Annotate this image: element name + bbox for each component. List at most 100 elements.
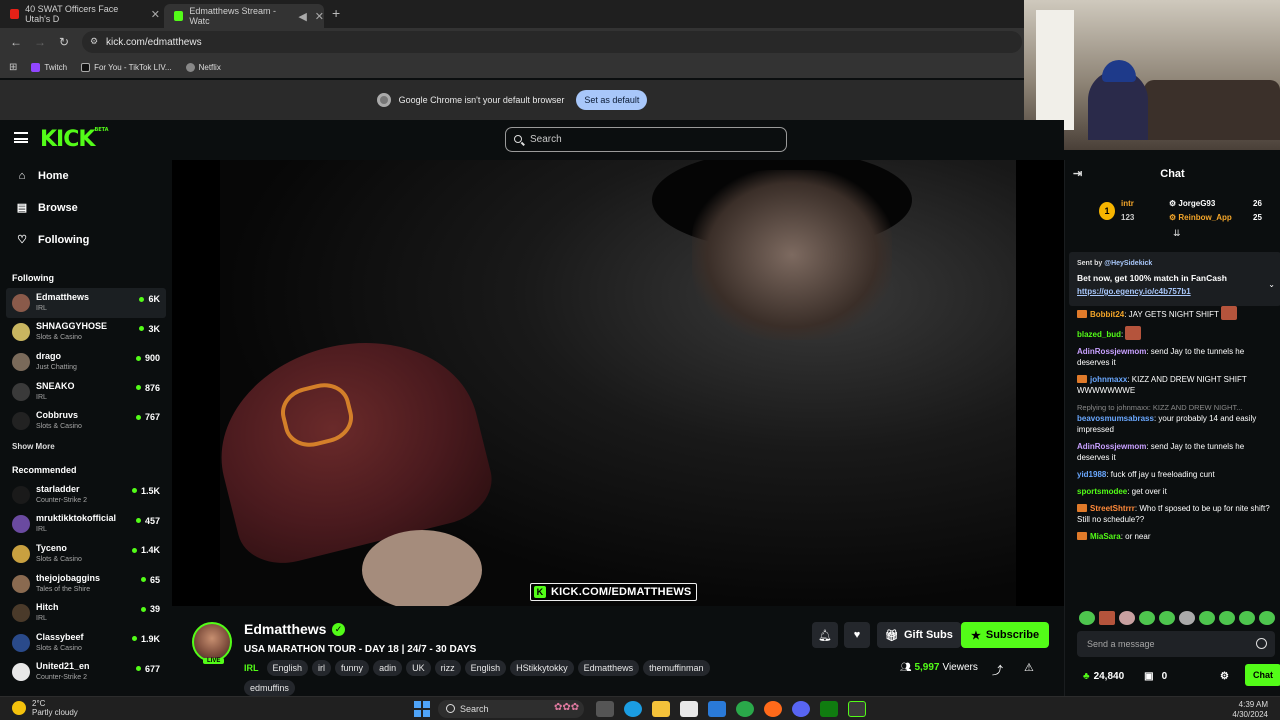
notification-bell-button[interactable]: 🔔︎ [812,622,838,648]
stream-tag[interactable]: Edmatthews [577,660,640,676]
sidebar-channel[interactable]: Classybeef Slots & Casino 1.9K [0,628,172,658]
menu-icon[interactable] [14,132,28,143]
points-count[interactable]: 24,840 [1094,671,1125,682]
file-explorer-icon[interactable] [652,701,670,717]
emote[interactable] [1199,611,1215,625]
stream-tag[interactable]: English [464,660,507,676]
browser-tab[interactable]: 40 SWAT Officers Face Utah's D ✕ [0,4,160,24]
chat-message[interactable]: MiaSara: or near [1077,531,1273,542]
sidebar-channel[interactable]: drago Just Chatting 900 [0,347,172,377]
kick-logo[interactable]: KICKBETA [40,127,109,152]
video-player[interactable]: KICK.COM/EDMATTHEWS [172,160,1064,606]
mail-icon[interactable] [708,701,726,717]
emote[interactable] [1099,611,1115,625]
sidebar-channel[interactable]: United21_en Counter-Strike 2 677 [0,658,172,688]
emote[interactable] [1259,611,1275,625]
discord-icon[interactable] [792,701,810,717]
category-link[interactable]: IRL [244,663,259,673]
show-more-link[interactable]: Show More [0,436,172,456]
sidebar-channel[interactable]: Cobbruvs Slots & Casino 767 [0,406,172,436]
apps-icon[interactable]: ⊞ [9,62,17,73]
nav-browse[interactable]: ▤ Browse [0,192,172,224]
report-icon[interactable]: ⚠ [1024,661,1034,674]
chat-username[interactable]: AdinRossjewmom [1077,347,1146,356]
emote[interactable] [1179,611,1195,625]
share-icon[interactable]: ⤴ [992,662,1003,678]
chat-username[interactable]: sportsmodee [1077,487,1127,496]
close-icon[interactable]: ✕ [315,10,324,23]
stream-tag[interactable]: themuffinman [643,660,710,676]
back-icon[interactable]: ← [4,35,28,49]
leader-entry[interactable]: ⚙ Reinbow_App [1169,213,1232,222]
expand-leaderboard-icon[interactable]: ⇊ [1173,228,1181,239]
sidebar-channel[interactable]: mruktikktokofficial IRL 457 [0,510,172,540]
site-settings-icon[interactable]: ⚙ [90,36,98,47]
leader-top-name[interactable]: intr [1121,199,1134,208]
chat-username[interactable]: Bobbit24 [1090,310,1124,319]
speaker-icon[interactable]: ◀ [298,10,306,23]
bookmark-netflix[interactable]: Netflix [185,62,221,72]
stream-tag[interactable]: edmuffins [244,680,295,696]
stream-tag[interactable]: funny [335,660,370,676]
chat-message[interactable]: Replying to johnmaxx: KIZZ AND DREW NIGH… [1077,402,1273,435]
chat-message[interactable]: AdinRossjewmom: send Jay to the tunnels … [1077,346,1273,368]
xbox-icon[interactable] [820,701,838,717]
store-icon[interactable] [680,701,698,717]
chat-message[interactable]: Bobbit24: JAY GETS NIGHT SHIFT [1077,306,1273,320]
stream-tag[interactable]: HStikkytokky [510,660,574,676]
chat-username[interactable]: yid1988 [1077,470,1106,479]
sidebar-channel[interactable]: Tyceno Slots & Casino 1.4K [0,539,172,569]
bookmark-tiktok[interactable]: For You - TikTok LIV... [81,62,172,72]
forward-icon[interactable]: → [28,35,52,49]
stream-tag[interactable]: adin [373,660,403,676]
edge-icon[interactable] [624,701,642,717]
start-icon[interactable] [414,701,430,717]
pinned-link[interactable]: https://go.egency.io/c4b757b1 [1077,285,1273,299]
weather-widget[interactable]: 2°C Partly cloudy [12,699,78,717]
nav-following[interactable]: ♡ Following [0,224,172,256]
bookmark-twitch[interactable]: Twitch [31,62,67,72]
set-default-button[interactable]: Set as default [576,90,648,110]
emote[interactable] [1239,611,1255,625]
new-tab-button[interactable]: + [332,5,340,21]
streamer-name[interactable]: Edmatthews [244,621,326,637]
chrome-icon[interactable] [736,701,754,717]
chat-message[interactable]: yid1988: fuck off jay u freeloading cunt [1077,469,1273,480]
subscribe-button[interactable]: ★ Subscribe [961,622,1050,648]
chat-username[interactable]: johnmaxx [1090,375,1127,384]
soundcloud-icon[interactable] [764,701,782,717]
emote[interactable] [1219,611,1235,625]
gift-count[interactable]: 0 [1162,671,1168,682]
chat-username[interactable]: MiaSara [1090,532,1121,541]
stream-tag[interactable]: irl [312,660,332,676]
gear-icon[interactable]: ⚙ [1220,671,1229,682]
emote[interactable] [1119,611,1135,625]
nav-home[interactable]: ⌂ Home [0,160,172,192]
chat-message[interactable]: johnmaxx: KIZZ AND DREW NIGHT SHIFT WWWW… [1077,374,1273,396]
system-clock[interactable]: 4:39 AM 4/30/2024 [1232,700,1268,720]
chat-message[interactable]: StreetShtrrr: Who tf sposed to be up for… [1077,503,1273,525]
sidebar-channel[interactable]: SHNAGGYHOSE Slots & Casino 3K [0,318,172,348]
chat-username[interactable]: StreetShtrrr [1090,504,1135,513]
app-icon[interactable] [848,701,866,717]
collapse-chat-icon[interactable]: ⇥ [1073,160,1082,188]
send-chat-button[interactable]: Chat [1245,664,1280,686]
chat-username[interactable]: beavosmumsabrass [1077,414,1154,423]
reload-icon[interactable]: ↻ [52,35,76,49]
browser-tab-active[interactable]: Edmatthews Stream - Watc ◀ ✕ [164,4,324,28]
gift-subs-button[interactable]: 🎁︎ Gift Subs [877,622,961,648]
follow-heart-button[interactable]: ♥ [844,622,870,648]
stream-tag[interactable]: English [266,660,309,676]
emote[interactable] [1139,611,1155,625]
search-input[interactable]: Search [505,127,787,152]
chat-message[interactable]: sportsmodee: get over it [1077,486,1273,497]
sidebar-channel[interactable]: Edmatthews IRL 6K [6,288,166,318]
emote[interactable] [1159,611,1175,625]
sidebar-channel[interactable]: SNEAKO IRL 876 [0,377,172,407]
chat-username[interactable]: AdinRossjewmom [1077,442,1146,451]
sidebar-channel[interactable]: thejojobaggins Tales of the Shire 65 [0,569,172,599]
leader-entry[interactable]: ⚙ JorgeG93 [1169,199,1215,208]
chevron-down-icon[interactable]: ⌄ [1268,278,1275,292]
streamer-avatar[interactable] [192,622,232,662]
task-view-icon[interactable] [596,701,614,717]
